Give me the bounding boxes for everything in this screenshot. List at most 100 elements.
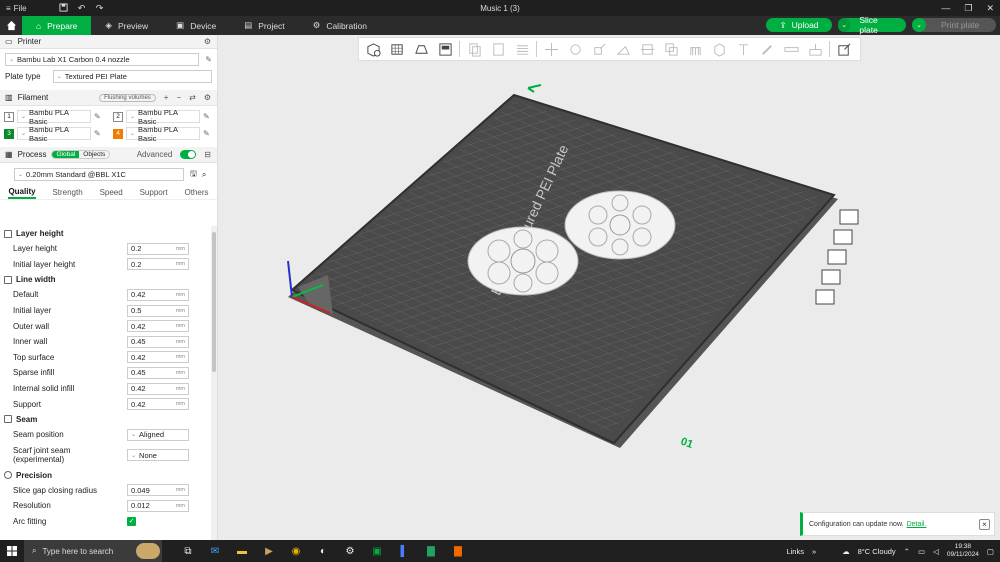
sheets-icon[interactable]: ▇	[421, 541, 441, 561]
chevron-down-icon[interactable]: ⌄	[838, 18, 851, 32]
save-preset-icon[interactable]: 🖫	[190, 168, 197, 182]
tab-strength[interactable]: Strength	[52, 188, 82, 197]
notifications-icon[interactable]: ▢	[987, 547, 994, 556]
settings-gear-icon[interactable]: ⚙	[204, 37, 211, 46]
global-objects-toggle[interactable]: Global Objects	[51, 150, 111, 159]
search-icon[interactable]: ⌕	[202, 170, 206, 180]
chevron-up-icon[interactable]: ⌃	[904, 547, 910, 556]
tab-device[interactable]: ▣ Device	[162, 16, 230, 35]
clock[interactable]: 19:38 09/11/2024	[947, 543, 979, 559]
chrome-icon[interactable]: ◉	[286, 541, 306, 561]
chevron-down-icon: ⌄	[18, 172, 24, 178]
tab-project[interactable]: ▤ Project	[230, 16, 299, 35]
param-input[interactable]: 0.45 mm	[127, 366, 189, 379]
upload-button[interactable]: ⇪ Upload	[766, 18, 832, 32]
global-option[interactable]: Global	[52, 151, 80, 158]
tab-quality[interactable]: Quality	[8, 187, 36, 199]
slides-icon[interactable]: ▇	[448, 541, 468, 561]
3d-viewport[interactable]: Bambu Textured PEI Plate 01	[218, 35, 1000, 540]
links-label[interactable]: Links	[786, 547, 804, 556]
tab-prepare[interactable]: ⌂ Prepare	[22, 16, 92, 35]
filament-slot-3[interactable]: 3 ⌄ Bambu PLA Basic ✎	[4, 125, 113, 143]
compare-icon[interactable]: ⊟	[204, 150, 211, 159]
param-input[interactable]: 0.2 mm	[127, 258, 189, 271]
taskbar-search[interactable]: ⌕ Type here to search	[24, 540, 162, 562]
close-plate-icon[interactable]	[839, 209, 859, 225]
settings-gear-icon[interactable]: ⚙	[204, 93, 211, 102]
lock-plate-icon[interactable]	[821, 269, 841, 285]
param-input[interactable]: 0.049 mm	[127, 484, 189, 497]
file-menu[interactable]: ≡ File	[0, 4, 33, 13]
edit-icon[interactable]: ✎	[203, 129, 210, 138]
close-icon[interactable]: ×	[979, 519, 990, 530]
objects-option[interactable]: Objects	[79, 151, 109, 158]
model-music-mandala-left[interactable]	[467, 226, 579, 296]
advanced-toggle[interactable]	[180, 150, 197, 159]
media-icon[interactable]: ▶	[259, 541, 279, 561]
param-input[interactable]: 0.5 mm	[127, 304, 189, 317]
param-input[interactable]: 0.45 mm	[127, 335, 189, 348]
tab-calibration[interactable]: ⚙ Calibration	[299, 16, 381, 35]
mail-icon[interactable]: ✉	[205, 541, 225, 561]
orient-plate-icon[interactable]	[827, 249, 847, 265]
windows-start-icon[interactable]	[2, 541, 22, 561]
sidebar-scrollbar[interactable]	[211, 226, 217, 540]
word-icon[interactable]: ▌	[394, 541, 414, 561]
build-plate-scene[interactable]: Bambu Textured PEI Plate 01	[218, 35, 1000, 540]
scrollbar-thumb[interactable]	[212, 232, 216, 372]
arrange-plate-icon[interactable]	[833, 229, 853, 245]
param-input[interactable]: 0.42 mm	[127, 382, 189, 395]
sync-icon[interactable]: ⇄	[189, 93, 196, 102]
add-icon[interactable]: +	[164, 93, 169, 102]
edit-icon[interactable]: ✎	[94, 129, 101, 138]
param-input[interactable]: 0.42 mm	[127, 288, 189, 301]
edit-icon[interactable]: ✎	[205, 55, 212, 64]
tab-speed[interactable]: Speed	[100, 188, 123, 197]
tab-others[interactable]: Others	[184, 188, 208, 197]
param-input[interactable]: 0.42 mm	[127, 398, 189, 411]
printer-select[interactable]: ⌄ Bambu Lab X1 Carbon 0.4 nozzle	[5, 53, 200, 66]
app-icon[interactable]: ◐	[313, 541, 333, 561]
task-view-icon[interactable]: ⧉	[178, 541, 198, 561]
plate-settings-icon[interactable]	[815, 289, 835, 305]
volume-icon[interactable]: ◁	[933, 547, 939, 556]
settings-icon[interactable]: ⚙	[340, 541, 360, 561]
edit-icon[interactable]: ✎	[94, 112, 101, 121]
process-preset-select[interactable]: ⌄ 0.20mm Standard @BBL X1C	[14, 168, 184, 181]
param-dropdown[interactable]: ⌄ Aligned	[127, 428, 189, 441]
filament-slot-4[interactable]: 4 ⌄ Bambu PLA Basic ✎	[113, 125, 217, 143]
minimize-icon[interactable]: —	[941, 3, 950, 13]
param-input[interactable]: 0.42 mm	[127, 320, 189, 333]
preview-icon: ◈	[105, 20, 112, 30]
model-music-mandala-right[interactable]	[564, 190, 676, 260]
close-icon[interactable]: ✕	[986, 3, 994, 14]
param-input[interactable]: 0.2 mm	[127, 242, 189, 255]
filament-slot-2[interactable]: 2 ⌄ Bambu PLA Basic ✎	[113, 108, 217, 126]
save-icon[interactable]	[55, 2, 73, 14]
flushing-volumes-button[interactable]: Flushing volumes	[99, 93, 156, 102]
restore-icon[interactable]: ❐	[964, 3, 972, 14]
bambu-studio-icon[interactable]: ▣	[367, 541, 387, 561]
chevron-right-icon[interactable]: »	[812, 547, 816, 556]
network-icon[interactable]: ▭	[918, 547, 925, 556]
param-dropdown[interactable]: ⌄ None	[127, 449, 189, 462]
tab-preview[interactable]: ◈ Preview	[91, 16, 162, 35]
slice-plate-button[interactable]: ⌄ Slice plate	[838, 15, 906, 35]
plate-type-select[interactable]: ⌄ Textured PEI Plate	[52, 70, 212, 83]
arc-fitting-checkbox[interactable]: ✓	[127, 517, 136, 527]
param-input[interactable]: 0.012 mm	[127, 499, 189, 512]
edit-icon[interactable]: ✎	[203, 112, 210, 121]
plate-arrow-icon[interactable]	[527, 84, 542, 93]
chevron-down-icon[interactable]: ⌄	[912, 18, 926, 32]
print-plate-button[interactable]: ⌄ Print plate	[912, 18, 996, 32]
tab-support[interactable]: Support	[140, 188, 168, 197]
filament-slot-1[interactable]: 1 ⌄ Bambu PLA Basic ✎	[4, 108, 113, 126]
remove-icon[interactable]: −	[176, 93, 181, 102]
file-explorer-icon[interactable]: ▬	[232, 541, 252, 561]
undo-icon[interactable]: ↶	[73, 3, 91, 14]
param-input[interactable]: 0.42 mm	[127, 351, 189, 364]
home-icon[interactable]	[0, 16, 22, 35]
notification-detail-link[interactable]: Detail.	[907, 521, 927, 528]
weather-text[interactable]: 8°C Cloudy	[858, 547, 896, 556]
redo-icon[interactable]: ↷	[91, 3, 109, 14]
